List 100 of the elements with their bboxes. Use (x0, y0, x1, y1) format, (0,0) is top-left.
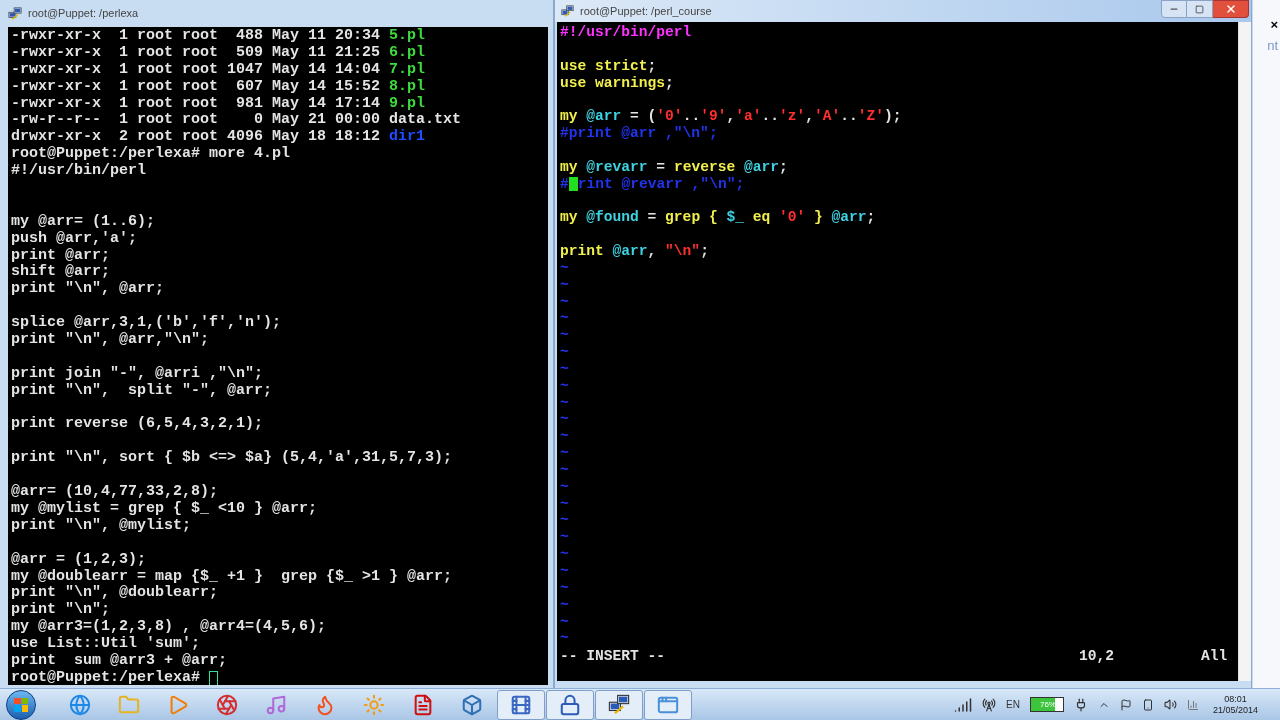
terminal-line: print reverse (6,5,4,3,2,1); (11, 416, 264, 434)
terminal-line: push @arr,'a'; (11, 230, 138, 248)
terminal-line: -rwxr-xr-x 1 root root 607 May 14 15:52 8.pl (11, 78, 426, 96)
empty-line-marker: ~ (560, 478, 569, 496)
taskbar-button[interactable] (546, 689, 594, 720)
bars-icon[interactable] (1186, 698, 1199, 711)
scroll-position: All (1201, 648, 1228, 666)
minimize-button[interactable] (1161, 0, 1187, 18)
empty-line-marker: ~ (560, 512, 569, 530)
aperture-icon (216, 693, 238, 716)
code-line: #!/usr/bin/perl (560, 24, 692, 41)
cube-icon (461, 693, 483, 716)
empty-line-marker: ~ (560, 445, 569, 462)
signal-icon[interactable] (954, 695, 973, 714)
terminal-line: splice @arr,3,1,('b','f','n'); (11, 315, 282, 332)
terminal-line: use List::Util 'sum'; (11, 636, 201, 653)
empty-line-marker: ~ (560, 259, 569, 277)
terminal-line: -rwxr-xr-x 1 root root 509 May 11 21:25 6.pl (11, 44, 426, 62)
empty-line-marker: ~ (560, 579, 569, 597)
text-cursor (568, 176, 578, 192)
terminal-line: my @doublearr = map {$_ +1 } grep {$_ >1 } @arr; (11, 568, 453, 585)
terminal-line: @arr= (10,4,77,33,2,8); (11, 484, 219, 501)
film-icon (510, 693, 532, 716)
close-icon (1224, 3, 1237, 15)
volume-icon[interactable] (1163, 698, 1177, 711)
window-title: root@Puppet: /perlexa (28, 6, 139, 22)
code-line: use warnings; (560, 74, 674, 92)
sun-icon (363, 693, 385, 716)
terminal-line: print @arr; (11, 247, 111, 264)
computers-icon (8, 6, 22, 21)
maximize-icon (1195, 4, 1204, 14)
empty-line-marker: ~ (560, 613, 569, 631)
music-icon (265, 693, 287, 716)
terminal-line: shift @arr; (11, 264, 111, 281)
terminal-line: @arr = (1,2,3); (11, 551, 147, 569)
empty-line-marker: ~ (560, 360, 569, 378)
terminal-line: -rwxr-xr-x 1 root root 981 May 14 17:14 9.pl (11, 95, 426, 112)
code-line: my @arr = ('0'..'9','a'..'z','A'..'Z'); (560, 108, 902, 126)
code-line: rint @revarr ,"\n"; (577, 175, 745, 193)
terminal-line: -rwxr-xr-x 1 root root 1047 May 14 14:04 7.pl (11, 61, 426, 79)
folder-icon (118, 693, 140, 716)
code-line: #print @arr ,"\n"; (560, 125, 718, 142)
terminal-line: root@Puppet:/perlexa# more 4.pl (11, 146, 291, 163)
empty-line-marker: ~ (560, 495, 569, 513)
start-button[interactable] (6, 689, 36, 720)
language-indicator[interactable]: EN (1006, 697, 1020, 712)
empty-line-marker: ~ (560, 461, 569, 479)
close-button[interactable] (1213, 0, 1249, 18)
terminal-line: my @arr3=(1,2,3,8) , @arr4=(4,5,6); (11, 619, 327, 636)
code-line: my @found = grep { $_ eq '0' } @arr; (560, 209, 876, 227)
terminal-line: print "\n", @mylist; (11, 517, 192, 535)
terminal-line: drwxr-xr-x 2 root root 4096 May 18 18:12 dir1 (11, 129, 426, 146)
close-button[interactable]: × (1270, 18, 1278, 31)
terminal-line: print "\n"; (11, 602, 111, 619)
terminal-line: my @mylist = grep { $_ <10 } @arr; (11, 500, 318, 518)
empty-line-marker: ~ (560, 310, 569, 328)
empty-line-marker: ~ (560, 563, 569, 580)
computers-icon (561, 4, 574, 18)
terminal-line: print sum @arr3 + @arr; (11, 652, 228, 670)
empty-line-marker: ~ (560, 428, 569, 446)
terminal-line: print join "-", @arri ,"\n"; (11, 365, 264, 383)
window-text: nt (1267, 39, 1278, 52)
computers-icon (608, 693, 630, 716)
empty-line-marker: ~ (560, 293, 569, 311)
empty-line-marker: ~ (560, 276, 569, 294)
terminal-line: -rw-r--r-- 1 root root 0 May 21 00:00 data.txt (11, 112, 462, 129)
terminal-line: print "\n", sort { $b <=> $a} (5,4,'a',31,5,7,3); (11, 450, 453, 468)
clock[interactable]: 08:01 21/05/2014 (1212, 693, 1258, 716)
flag-icon[interactable] (1119, 698, 1132, 711)
terminal-line: print "\n", @doublearr; (11, 585, 219, 602)
terminal-line: print "\n", @arr; (11, 281, 165, 299)
maximize-button[interactable] (1187, 0, 1213, 18)
empty-line-marker: ~ (560, 344, 569, 361)
code-line: use strict; (560, 57, 657, 75)
code-line: # (560, 175, 569, 193)
taskbar-button[interactable] (595, 689, 643, 720)
date-text: 21/05/2014 (1212, 704, 1258, 716)
device-icon[interactable] (1141, 698, 1154, 711)
code-line: my @revarr = reverse @arr; (560, 158, 788, 176)
empty-line-marker: ~ (560, 394, 569, 412)
antenna-icon[interactable] (982, 697, 997, 712)
code-line: print @arr, "\n"; (560, 242, 709, 260)
mode-indicator: -- INSERT -- (560, 648, 667, 666)
window-title: root@Puppet: /perl_course (580, 3, 713, 19)
taskbar-button[interactable] (497, 689, 545, 720)
terminal-line: #!/usr/bin/perl (11, 163, 147, 180)
empty-line-marker: ~ (560, 596, 569, 614)
terminal-line: print "\n", @arr,"\n"; (11, 332, 210, 349)
terminal-line: root@Puppet:/perlexa# (11, 669, 202, 685)
empty-line-marker: ~ (560, 377, 569, 395)
text-cursor (209, 670, 219, 685)
terminal-line: -rwxr-xr-x 1 root root 488 May 11 20:34 5.pl (11, 28, 426, 45)
lock-icon (559, 693, 581, 716)
empty-line-marker: ~ (560, 411, 569, 429)
empty-line-marker: ~ (560, 546, 569, 563)
cursor-position: 10,2 (1079, 648, 1116, 666)
globe-icon (69, 693, 91, 716)
terminal-line: my @arr= (1..6); (11, 213, 156, 231)
document-icon (412, 693, 434, 716)
time-text: 08:01 (1224, 693, 1247, 705)
